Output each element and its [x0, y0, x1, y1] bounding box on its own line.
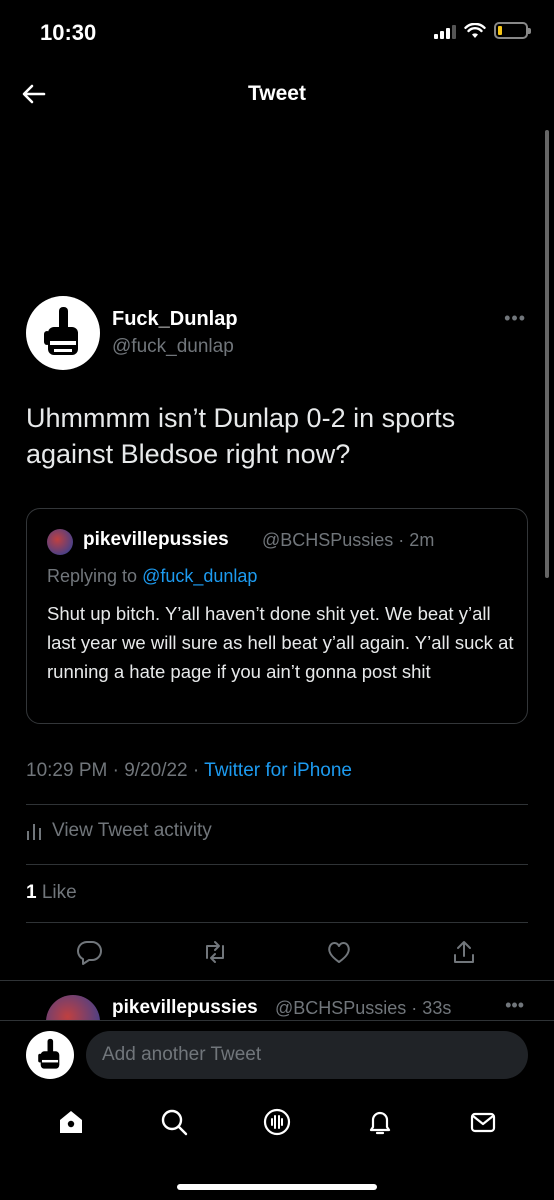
- more-options-icon[interactable]: •••: [505, 995, 524, 1016]
- quoted-tweet-text: Shut up bitch. Y’all haven’t done shit y…: [47, 603, 514, 682]
- like-heart-icon[interactable]: [325, 938, 353, 966]
- divider: [26, 922, 528, 923]
- tweet-timestamp: 10:29 PM · 9/20/22 ·: [26, 760, 205, 781]
- avatar: [26, 1031, 74, 1079]
- likes-count: 1: [26, 882, 37, 903]
- more-options-icon[interactable]: •••: [504, 308, 526, 329]
- tab-bar: [0, 1090, 554, 1154]
- search-icon[interactable]: [159, 1107, 189, 1137]
- page-title: Tweet: [248, 82, 306, 105]
- retweet-icon[interactable]: [201, 938, 229, 966]
- add-tweet-input[interactable]: [86, 1031, 528, 1079]
- nav-bar: Tweet: [0, 66, 554, 124]
- replying-to-label: Replying to: [47, 566, 143, 586]
- spaces-icon[interactable]: [262, 1107, 292, 1137]
- view-tweet-activity-label: View Tweet activity: [52, 820, 212, 841]
- cellular-signal-icon: [434, 23, 456, 39]
- likes-count-link[interactable]: 1 Like: [26, 882, 77, 904]
- avatar: [47, 529, 73, 555]
- reply-author-name: pikevillepussies: [112, 997, 258, 1018]
- share-icon[interactable]: [450, 938, 478, 966]
- notifications-icon[interactable]: [365, 1107, 395, 1137]
- divider: [26, 804, 528, 805]
- scrollbar[interactable]: [545, 130, 549, 578]
- view-tweet-activity-button[interactable]: View Tweet activity: [26, 820, 212, 842]
- home-indicator[interactable]: [177, 1184, 377, 1190]
- wifi-icon: [464, 22, 486, 38]
- avatar[interactable]: [26, 296, 100, 370]
- status-icons: [434, 22, 531, 39]
- middle-finger-logo-icon: [44, 307, 78, 355]
- replying-to-handle-link[interactable]: @fuck_dunlap: [142, 566, 257, 586]
- messages-icon[interactable]: [468, 1107, 498, 1137]
- status-time: 10:30: [40, 20, 97, 45]
- quoted-author-handle: @BCHSPussies · 2m: [262, 530, 435, 550]
- battery-icon: [494, 22, 531, 39]
- compose-bar: [0, 1020, 554, 1090]
- home-icon[interactable]: [56, 1107, 86, 1137]
- analytics-icon: [27, 824, 41, 840]
- tweet-timestamp-row: 10:29 PM · 9/20/22 · Twitter for iPhone: [26, 760, 352, 782]
- quoted-author-name: pikevillepussies: [83, 529, 229, 550]
- divider: [26, 864, 528, 865]
- quoted-tweet[interactable]: pikevillepussies @BCHSPussies · 2m Reply…: [26, 508, 528, 724]
- reply-tweet[interactable]: pikevillepussies @BCHSPussies · 33s •••: [0, 980, 554, 1020]
- middle-finger-logo-icon: [38, 1038, 60, 1069]
- tweet-author: Fuck_Dunlap @fuck_dunlap •••: [26, 296, 528, 374]
- tweet-actions: [26, 938, 528, 974]
- tweet-source-link[interactable]: Twitter for iPhone: [204, 760, 352, 781]
- reply-icon[interactable]: [76, 938, 104, 966]
- author-handle[interactable]: @fuck_dunlap: [112, 336, 234, 358]
- tweet-text: Uhmmmm isn’t Dunlap 0-2 in sports agains…: [26, 403, 456, 469]
- replying-to: Replying to @fuck_dunlap: [47, 566, 257, 587]
- reply-author-handle: @BCHSPussies · 33s: [275, 998, 452, 1018]
- author-name[interactable]: Fuck_Dunlap: [112, 308, 238, 331]
- avatar: [46, 995, 100, 1020]
- likes-label: Like: [36, 882, 77, 903]
- status-bar: 10:30: [0, 0, 554, 66]
